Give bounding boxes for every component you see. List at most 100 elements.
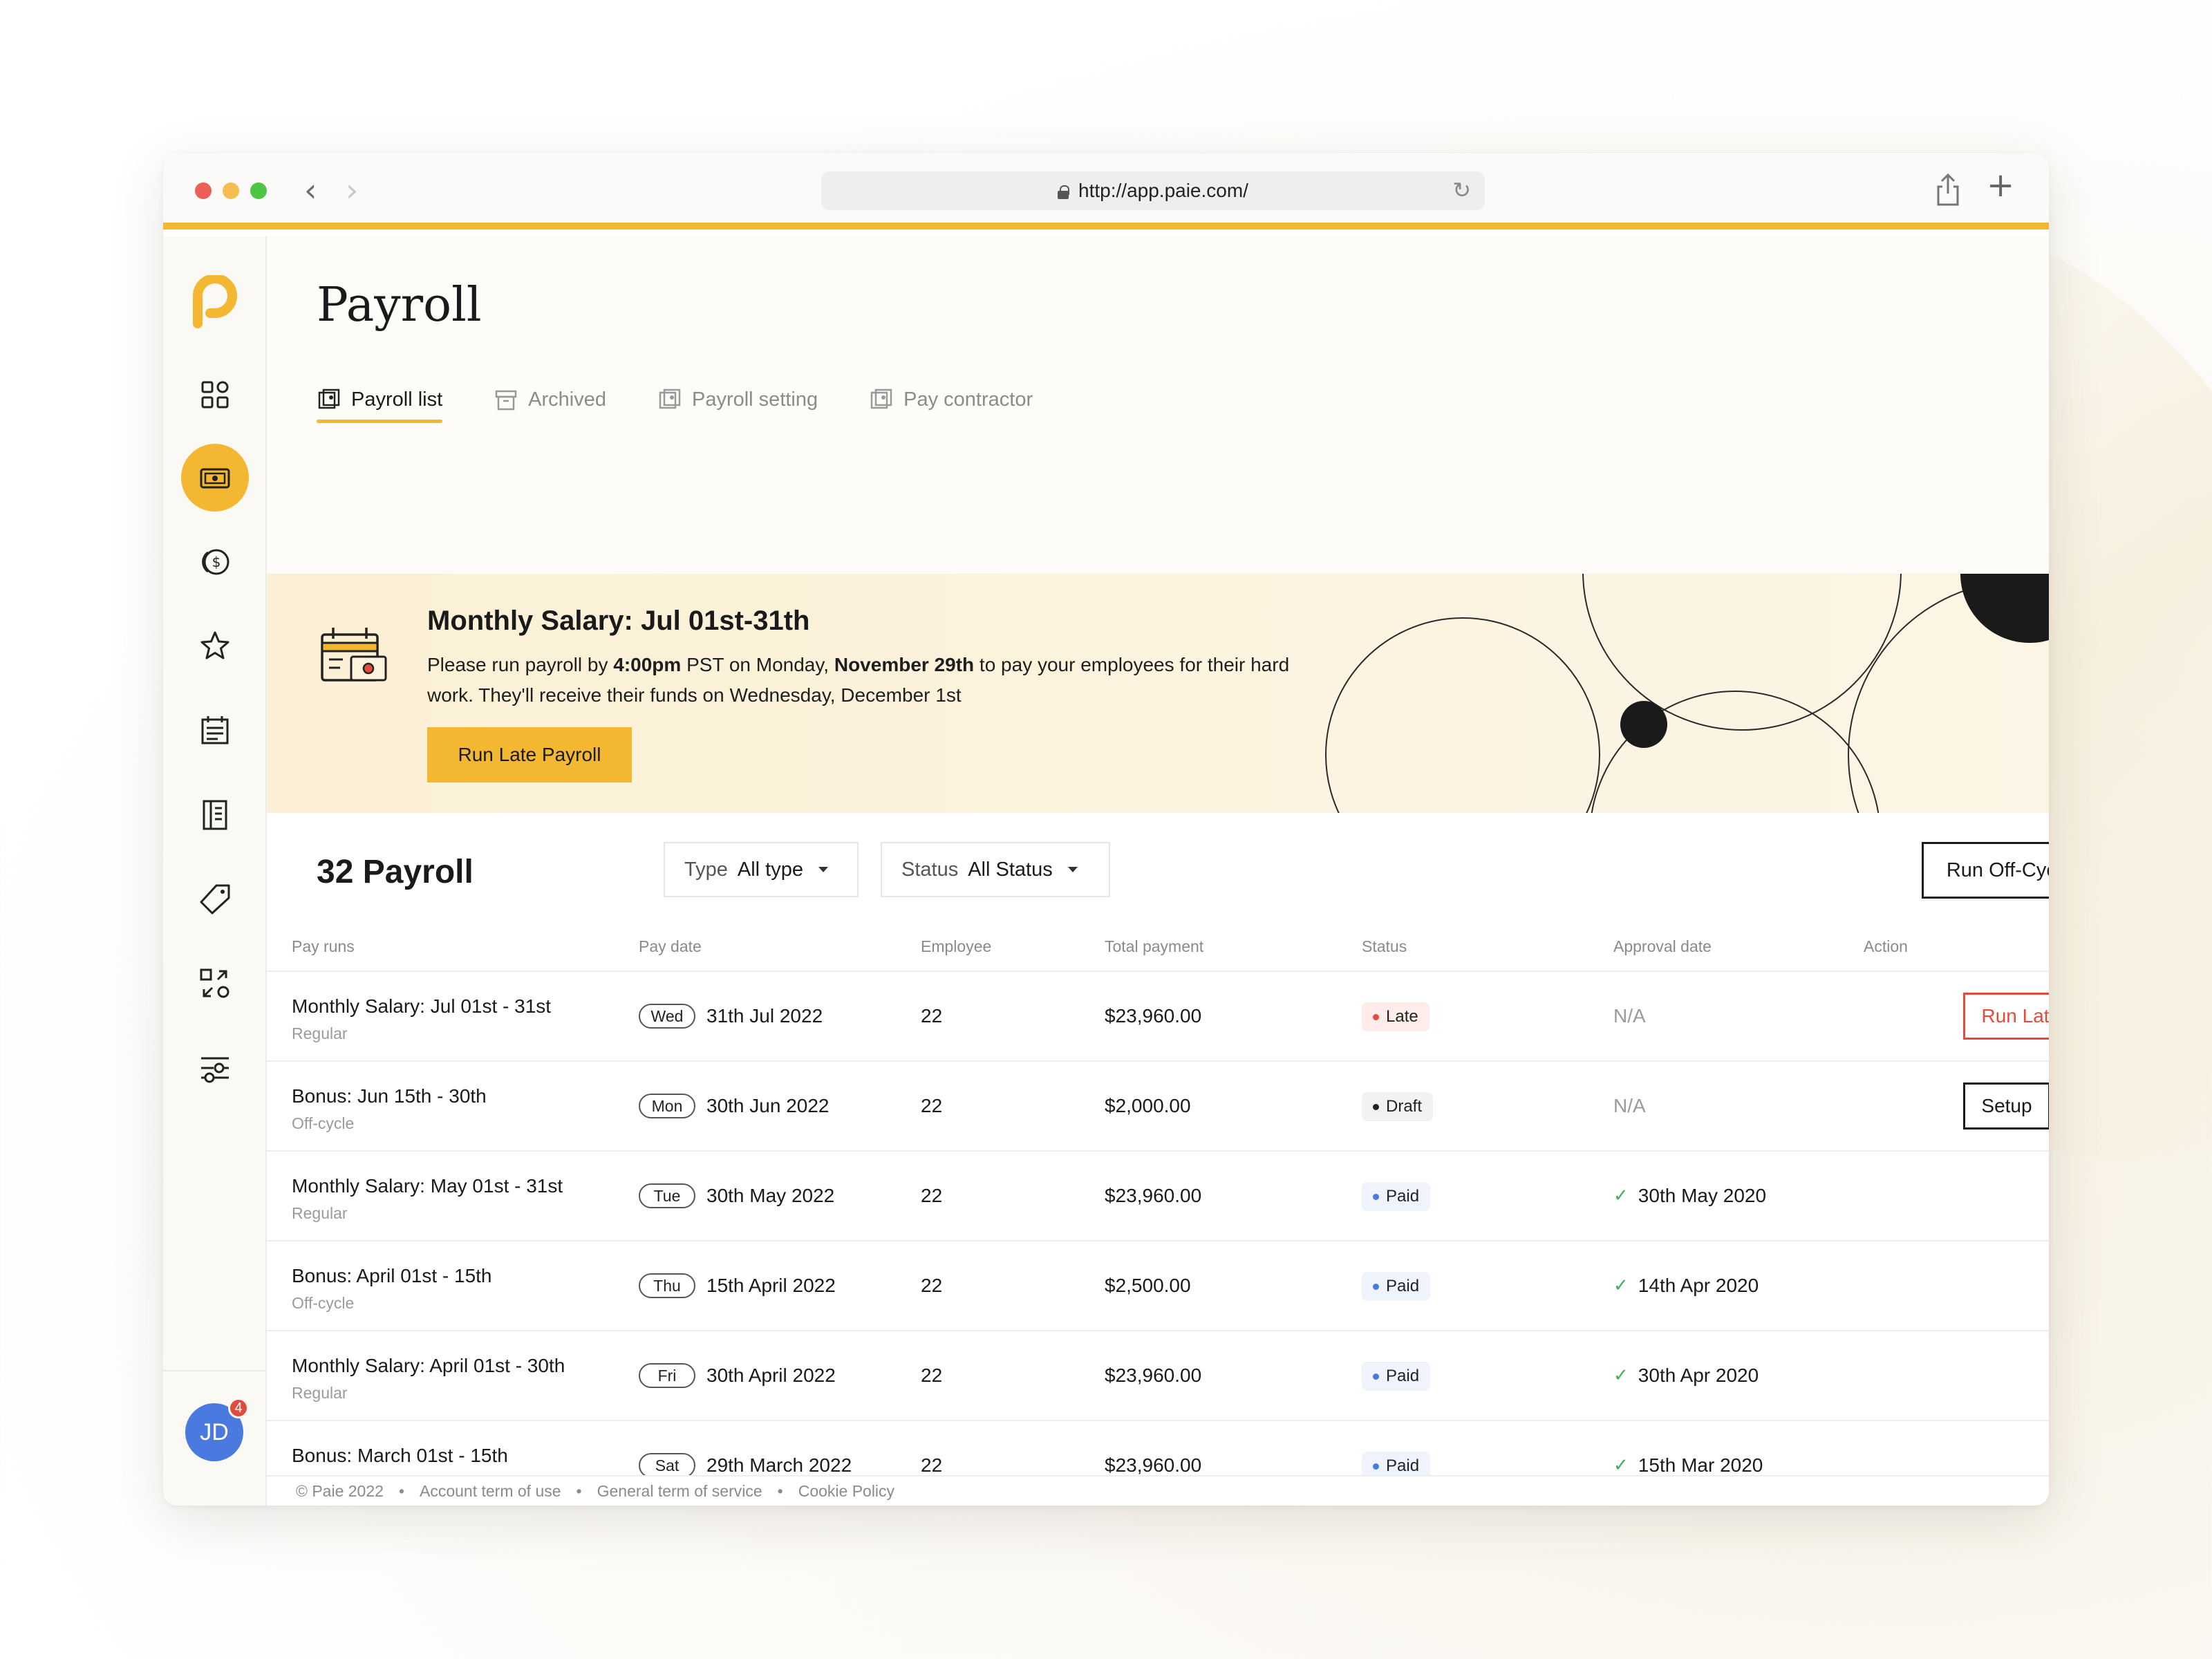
employee-count: 22 bbox=[921, 1365, 943, 1386]
weekday-pill: Fri bbox=[639, 1363, 695, 1388]
approval-date-cell: ✓ 15th Mar 2020 bbox=[1613, 1454, 1763, 1477]
payroll-setting-icon bbox=[659, 388, 681, 409]
pay-date-cell: Mon 30th Jun 2022 bbox=[639, 1094, 830, 1118]
footer-separator: • bbox=[777, 1481, 783, 1500]
tab-payroll-list[interactable]: Payroll list bbox=[317, 379, 443, 423]
tab-label: Pay contractor bbox=[903, 388, 1033, 411]
table-row[interactable]: Bonus: April 01st - 15th Off-cycle Thu 15th… bbox=[267, 1241, 2049, 1331]
status-badge: Paid bbox=[1362, 1272, 1431, 1301]
column-header-total-payment[interactable]: Total payment bbox=[1105, 937, 1203, 956]
run-off-cycle-payroll-button[interactable]: Run Off-Cycle Payroll bbox=[1922, 842, 2049, 899]
setup-button[interactable]: Setup bbox=[1963, 1082, 2049, 1130]
pay-date-cell: Thu 15th April 2022 bbox=[639, 1273, 836, 1298]
status-badge: Paid bbox=[1362, 1362, 1431, 1391]
address-bar[interactable]: http://app.paie.com/ ↻ bbox=[821, 171, 1485, 210]
total-payment: $2,000.00 bbox=[1105, 1095, 1191, 1116]
footer-link-account-terms[interactable]: Account term of use bbox=[420, 1482, 561, 1501]
total-payment: $23,960.00 bbox=[1105, 1454, 1202, 1476]
status-dot-icon bbox=[1373, 1103, 1379, 1110]
type-filter-dropdown[interactable]: Type All type bbox=[664, 842, 859, 897]
action-cell: Setup bbox=[1963, 1082, 2049, 1130]
close-window-button[interactable] bbox=[195, 182, 212, 199]
pay-contractor-icon bbox=[870, 388, 892, 409]
page-title: Payroll bbox=[317, 278, 482, 332]
pay-run-name[interactable]: Bonus: April 01st - 15th bbox=[292, 1265, 492, 1287]
sidebar-item-calendar[interactable] bbox=[181, 697, 249, 765]
table-row[interactable]: Bonus: Jun 15th - 30th Off-cycle Mon 30th J… bbox=[267, 1062, 2049, 1152]
footer-link-cookie-policy[interactable]: Cookie Policy bbox=[798, 1482, 894, 1501]
payroll-count-title: 32 Payroll bbox=[317, 854, 474, 890]
run-late-payroll-row-button[interactable]: Run Late Payroll bbox=[1963, 993, 2049, 1040]
paie-logo bbox=[193, 275, 237, 328]
list-toolbar: 32 Payroll Type All type Status All Stat… bbox=[267, 813, 2049, 924]
sidebar-item-settings[interactable] bbox=[181, 1034, 249, 1102]
sidebar-item-dashboard[interactable] bbox=[181, 361, 249, 429]
sidebar-item-payroll[interactable] bbox=[181, 444, 249, 512]
column-header-status[interactable]: Status bbox=[1362, 937, 1407, 956]
employee-count: 22 bbox=[921, 1454, 943, 1476]
pay-run-name[interactable]: Monthly Salary: Jul 01st - 31st bbox=[292, 995, 551, 1018]
column-header-approval-date[interactable]: Approval date bbox=[1613, 937, 1712, 956]
sidebar-item-documents[interactable] bbox=[181, 781, 249, 849]
pay-run-name[interactable]: Monthly Salary: April 01st - 30th bbox=[292, 1355, 565, 1377]
new-tab-icon[interactable]: + bbox=[1987, 166, 2014, 205]
pay-run-type: Regular bbox=[292, 1384, 348, 1402]
approval-date: 30th May 2020 bbox=[1638, 1185, 1767, 1206]
footer-link-general-terms[interactable]: General term of service bbox=[597, 1482, 762, 1501]
reload-icon[interactable]: ↻ bbox=[1452, 177, 1471, 203]
status-dot-icon bbox=[1373, 1463, 1379, 1470]
approval-date: N/A bbox=[1613, 1095, 1646, 1116]
url-text: http://app.paie.com/ bbox=[1078, 180, 1248, 201]
pay-run-cell: Bonus: Jun 15th - 30th Off-cycle bbox=[292, 1085, 487, 1133]
employee-count: 22 bbox=[921, 1095, 943, 1116]
pay-run-name[interactable]: Monthly Salary: May 01st - 31st bbox=[292, 1175, 563, 1197]
banner-message: Please run payroll by 4:00pm PST on Mond… bbox=[427, 654, 1290, 706]
maximize-window-button[interactable] bbox=[250, 182, 267, 199]
forward-arrow-icon[interactable]: › bbox=[346, 173, 358, 207]
status-badge: Paid bbox=[1362, 1182, 1431, 1211]
column-header-action: Action bbox=[1864, 937, 1908, 955]
weekday-pill: Sat bbox=[639, 1453, 695, 1478]
minimize-window-button[interactable] bbox=[223, 182, 239, 199]
table-row[interactable]: Monthly Salary: Jul 01st - 31st Regular We… bbox=[267, 972, 2049, 1062]
status-badge: Draft bbox=[1362, 1092, 1434, 1121]
tab-pay-contractor[interactable]: Pay contractor bbox=[869, 379, 1033, 420]
status-cell: Paid bbox=[1362, 1182, 1431, 1211]
pay-run-name[interactable]: Bonus: Jun 15th - 30th bbox=[292, 1085, 487, 1107]
sidebar-item-finance[interactable]: $ bbox=[181, 528, 249, 596]
weekday-pill: Tue bbox=[639, 1183, 695, 1208]
run-late-payroll-banner-button[interactable]: Run Late Payroll bbox=[427, 727, 632, 782]
status-text: Paid bbox=[1386, 1277, 1420, 1295]
approval-date-cell: ✓ 30th May 2020 bbox=[1613, 1185, 1766, 1207]
pay-run-name[interactable]: Bonus: March 01st - 15th bbox=[292, 1445, 508, 1467]
pay-run-type: Off-cycle bbox=[292, 1294, 355, 1312]
sidebar-item-favorites[interactable] bbox=[181, 612, 249, 680]
tab-archived[interactable]: Archived bbox=[494, 379, 606, 420]
sidebar-item-tags[interactable] bbox=[181, 865, 249, 933]
share-icon[interactable] bbox=[1934, 173, 1962, 207]
main-content: Payroll Payroll list Archived Payroll se… bbox=[267, 236, 2049, 1506]
type-filter-label: Type bbox=[684, 858, 728, 881]
column-header-employee[interactable]: Employee bbox=[921, 937, 991, 956]
copyright-text: © Paie 2022 bbox=[296, 1481, 384, 1500]
table-row[interactable]: Monthly Salary: April 01st - 30th Regular… bbox=[267, 1331, 2049, 1421]
sidebar: $ JD 4 bbox=[163, 236, 267, 1506]
footer-separator: • bbox=[398, 1481, 404, 1500]
table-row[interactable]: Monthly Salary: May 01st - 31st Regular Tu… bbox=[267, 1152, 2049, 1241]
pay-date-cell: Wed 31th Jul 2022 bbox=[639, 1004, 823, 1029]
back-arrow-icon[interactable]: ‹ bbox=[304, 173, 317, 207]
status-filter-dropdown[interactable]: Status All Status bbox=[881, 842, 1110, 897]
notification-badge: 4 bbox=[228, 1398, 249, 1418]
star-icon bbox=[200, 631, 229, 659]
employee-count: 22 bbox=[921, 1005, 943, 1027]
approval-date: 15th Mar 2020 bbox=[1638, 1454, 1763, 1476]
status-badge: Late bbox=[1362, 1002, 1430, 1031]
status-dot-icon bbox=[1373, 1013, 1379, 1020]
column-header-pay-runs[interactable]: Pay runs bbox=[292, 937, 355, 956]
tab-payroll-setting[interactable]: Payroll setting bbox=[657, 379, 818, 420]
status-text: Draft bbox=[1386, 1097, 1423, 1116]
column-header-pay-date[interactable]: Pay date bbox=[639, 937, 702, 956]
sidebar-item-transfers[interactable] bbox=[181, 950, 249, 1018]
deadline-time: 4:00pm bbox=[613, 654, 682, 675]
status-dot-icon bbox=[1373, 1193, 1379, 1200]
